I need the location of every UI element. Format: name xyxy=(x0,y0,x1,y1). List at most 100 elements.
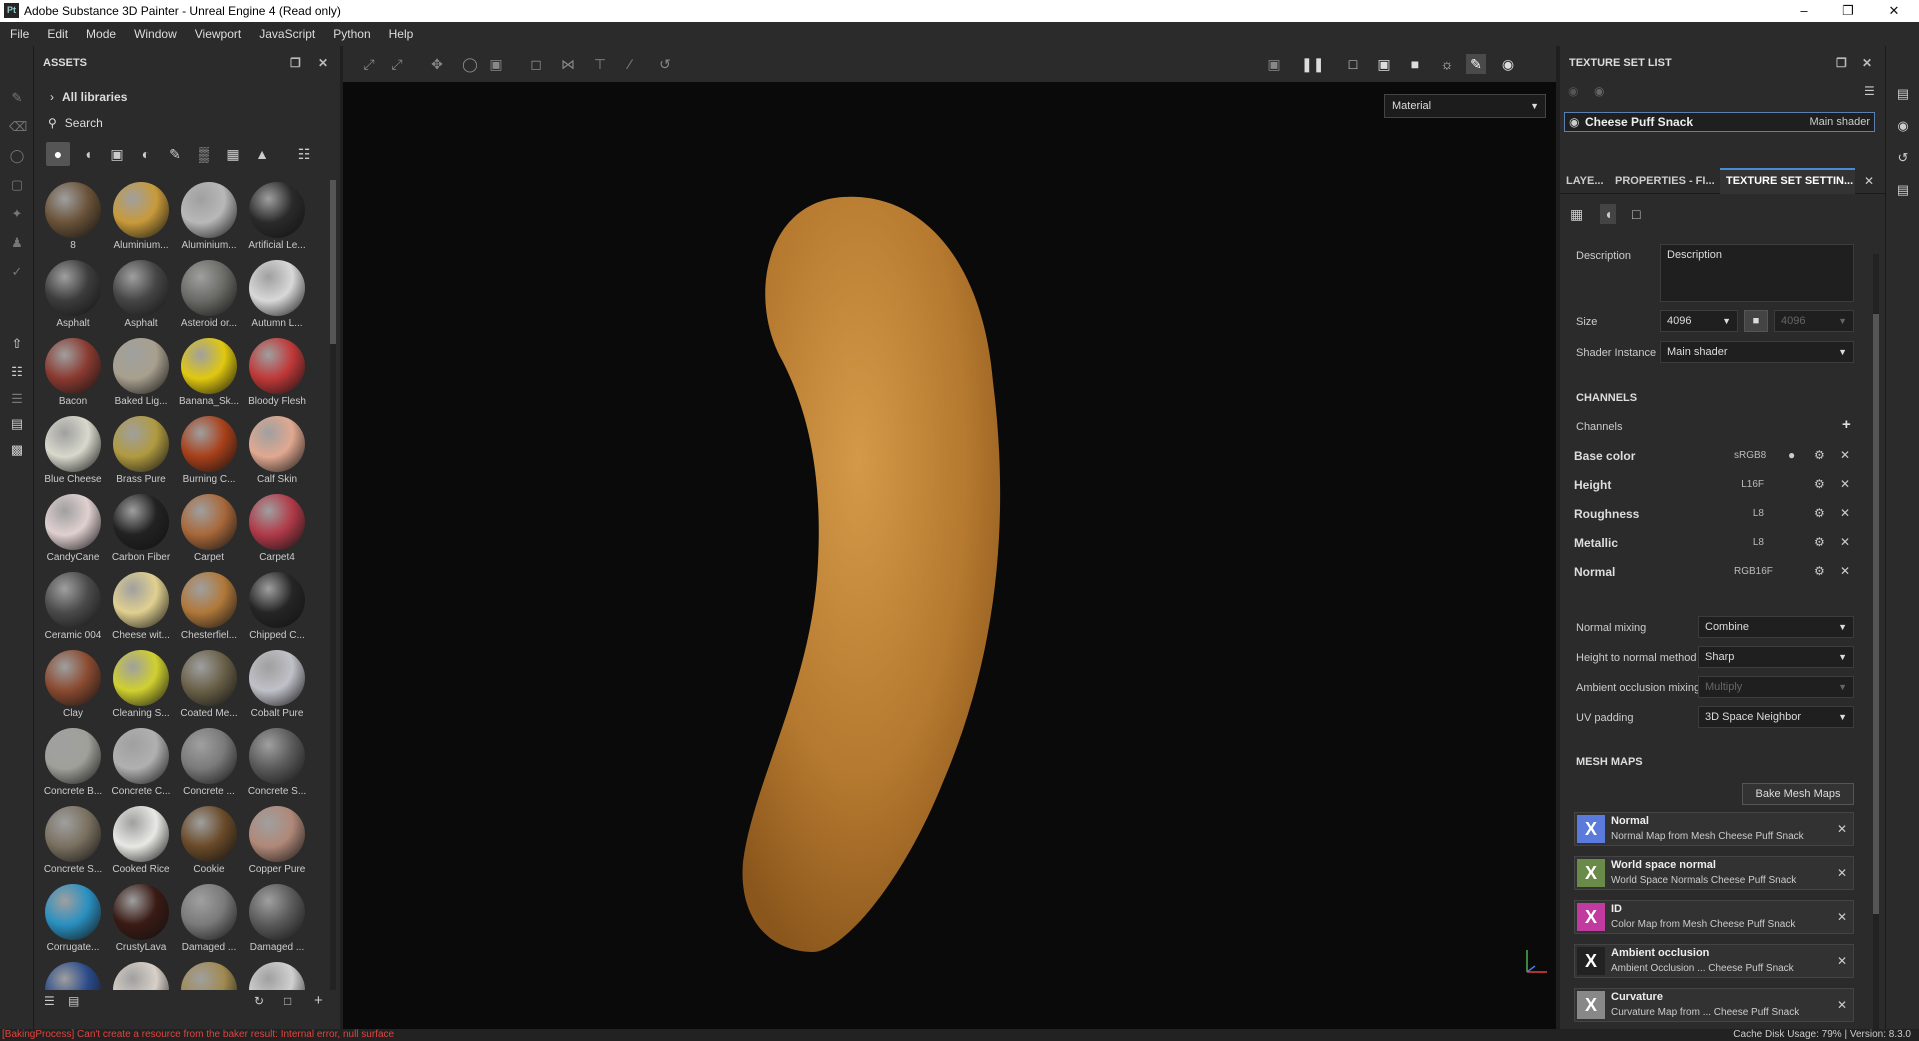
log-icon[interactable]: ▤ xyxy=(9,416,25,432)
mesh-map-item[interactable]: X Ambient occlusion Ambient Occlusion ... … xyxy=(1574,944,1854,978)
transform-options-icon[interactable]: ⤢ xyxy=(387,54,407,74)
bake-icon[interactable]: ☷ xyxy=(9,364,25,380)
mesh-map-item[interactable]: X Curvature Curvature Map from ... Cheese … xyxy=(1574,988,1854,1022)
description-field[interactable]: Description xyxy=(1660,244,1854,302)
asset-tile[interactable]: Chipped C... xyxy=(244,570,310,648)
asset-tile[interactable]: Bacon xyxy=(40,336,106,414)
assets-scroll-thumb[interactable] xyxy=(330,180,336,344)
details-view-icon[interactable]: ▤ xyxy=(68,994,79,1008)
list-view-icon[interactable]: ☰ xyxy=(44,994,55,1008)
add-channel-icon[interactable]: + xyxy=(1842,416,1851,433)
channel-format[interactable]: L16F xyxy=(1734,479,1764,490)
close-icon[interactable]: ✕ xyxy=(1840,477,1850,491)
shader-icon[interactable]: ◖ xyxy=(1600,204,1617,224)
gear-icon[interactable]: ⚙ xyxy=(1814,477,1825,491)
asset-tile[interactable]: Carpet xyxy=(176,492,242,570)
asset-tile[interactable] xyxy=(244,960,310,990)
close-icon[interactable]: ✕ xyxy=(1840,535,1850,549)
uv-padding-select[interactable]: 3D Space Neighbor ▼ xyxy=(1698,706,1854,728)
filter-brushes-icon[interactable]: ✎ xyxy=(163,142,187,166)
menu-icon[interactable]: ☰ xyxy=(1864,84,1875,98)
right-panel-scrollbar[interactable] xyxy=(1873,254,1879,1029)
camera-icon[interactable]: ■ xyxy=(1405,54,1425,74)
menu-viewport[interactable]: Viewport xyxy=(185,22,249,46)
asset-tile[interactable]: Concrete S... xyxy=(244,726,310,804)
asset-tile[interactable]: Banana_Sk... xyxy=(176,336,242,414)
filter-environments-icon[interactable]: ▲ xyxy=(250,142,274,166)
asset-tile[interactable]: Carpet4 xyxy=(244,492,310,570)
channel-format[interactable]: sRGB8 xyxy=(1734,450,1766,461)
channel-format[interactable]: L8 xyxy=(1734,508,1764,519)
eye-icon[interactable]: ◉ xyxy=(1569,113,1579,131)
asset-tile[interactable]: Clay xyxy=(40,648,106,726)
asset-tile[interactable]: Cheese wit... xyxy=(108,570,174,648)
channel-row[interactable]: Height L16F ⚙ ✕ xyxy=(1574,474,1854,496)
asset-tile[interactable]: Cookie xyxy=(176,804,242,882)
asset-tile[interactable]: Blue Cheese xyxy=(40,414,106,492)
cheese-puff-model[interactable] xyxy=(343,82,1556,1029)
asset-tile[interactable]: Brass Pure xyxy=(108,414,174,492)
pause-icon[interactable]: ❚❚ xyxy=(1301,54,1324,74)
mirror-icon[interactable]: ⋈ xyxy=(558,54,578,74)
shelf-icon[interactable]: ▩ xyxy=(9,442,25,458)
asset-tile[interactable]: Ceramic 004 xyxy=(40,570,106,648)
screenshot-icon[interactable]: ◉ xyxy=(1498,54,1518,74)
menu-mode[interactable]: Mode xyxy=(76,22,124,46)
asset-tile[interactable]: Burning C... xyxy=(176,414,242,492)
close-icon[interactable]: ✕ xyxy=(1837,954,1847,968)
close-icon[interactable]: ✕ xyxy=(1840,448,1850,462)
asset-tile[interactable]: Corrugate... xyxy=(40,882,106,960)
close-icon[interactable]: ✕ xyxy=(1837,866,1847,880)
display-icon[interactable]: ☰ xyxy=(9,391,25,407)
texture-set-list-icon[interactable]: ▤ xyxy=(1895,86,1911,102)
export-icon[interactable]: ⇧ xyxy=(9,336,25,352)
smudge-icon[interactable]: ✦ xyxy=(9,206,25,222)
menu-help[interactable]: Help xyxy=(379,22,422,46)
view-3d-icon[interactable]: ▣ xyxy=(1374,54,1394,74)
rotate-icon[interactable]: ◯ xyxy=(460,54,480,74)
grid-view-icon[interactable]: ☷ xyxy=(292,142,316,166)
close-icon[interactable]: ✕ xyxy=(1840,564,1850,578)
mesh-map-item[interactable]: X ID Color Map from Mesh Cheese Puff Snack… xyxy=(1574,900,1854,934)
menu-python[interactable]: Python xyxy=(323,22,378,46)
transform-icon[interactable]: ⤢ xyxy=(359,54,379,74)
asset-tile[interactable] xyxy=(176,960,242,990)
assets-scrollbar[interactable] xyxy=(330,180,336,990)
asset-tile[interactable]: Calf Skin xyxy=(244,414,310,492)
color-picker-icon[interactable]: ✓ xyxy=(9,264,25,280)
filter-generators-icon[interactable]: ◐ xyxy=(134,142,158,166)
asset-tile[interactable]: CandyCane xyxy=(40,492,106,570)
tab-properties[interactable]: PROPERTIES - FI... xyxy=(1609,168,1717,194)
asset-tile[interactable] xyxy=(108,960,174,990)
move-icon[interactable]: ✥ xyxy=(427,54,447,74)
close-tab-icon[interactable]: ✕ xyxy=(1864,174,1874,188)
asset-tile[interactable]: Bloody Flesh xyxy=(244,336,310,414)
size-select[interactable]: 4096 ▼ xyxy=(1660,310,1738,332)
menu-file[interactable]: File xyxy=(0,22,37,46)
gear-icon[interactable]: ⚙ xyxy=(1814,448,1825,462)
color-space-icon[interactable]: ● xyxy=(1788,448,1795,462)
channel-row[interactable]: Base color sRGB8 ● ⚙ ✕ xyxy=(1574,445,1854,467)
all-libraries[interactable]: › All libraries xyxy=(50,90,127,104)
float-panel-icon[interactable]: ❐ xyxy=(1836,46,1847,80)
history-icon[interactable]: ↺ xyxy=(1895,150,1911,166)
asset-tile[interactable]: CrustyLava xyxy=(108,882,174,960)
asset-tile[interactable]: Chesterfiel... xyxy=(176,570,242,648)
shader-instance-select[interactable]: Main shader ▼ xyxy=(1660,341,1854,363)
close-window-button[interactable]: ✕ xyxy=(1872,0,1916,22)
close-panel-icon[interactable]: ✕ xyxy=(1862,46,1872,80)
asset-tile[interactable]: Damaged ... xyxy=(244,882,310,960)
asset-tile[interactable]: Artificial Le... xyxy=(244,180,310,258)
tab-texture-set-settings[interactable]: TEXTURE SET SETTIN... xyxy=(1720,168,1855,194)
shader-settings-icon[interactable]: ◉ xyxy=(1895,118,1911,134)
asset-tile[interactable]: Concrete B... xyxy=(40,726,106,804)
channel-format[interactable]: RGB16F xyxy=(1734,566,1773,577)
asset-tile[interactable]: Cobalt Pure xyxy=(244,648,310,726)
channel-row[interactable]: Normal RGB16F ⚙ ✕ xyxy=(1574,561,1854,583)
close-icon[interactable]: ✕ xyxy=(1837,822,1847,836)
asset-tile[interactable] xyxy=(40,960,106,990)
maximize-button[interactable]: ❐ xyxy=(1826,0,1870,22)
right-panel-scroll-thumb[interactable] xyxy=(1873,314,1879,914)
bake-mesh-maps-button[interactable]: Bake Mesh Maps xyxy=(1742,783,1854,805)
display-settings-icon[interactable]: ▤ xyxy=(1895,182,1911,198)
